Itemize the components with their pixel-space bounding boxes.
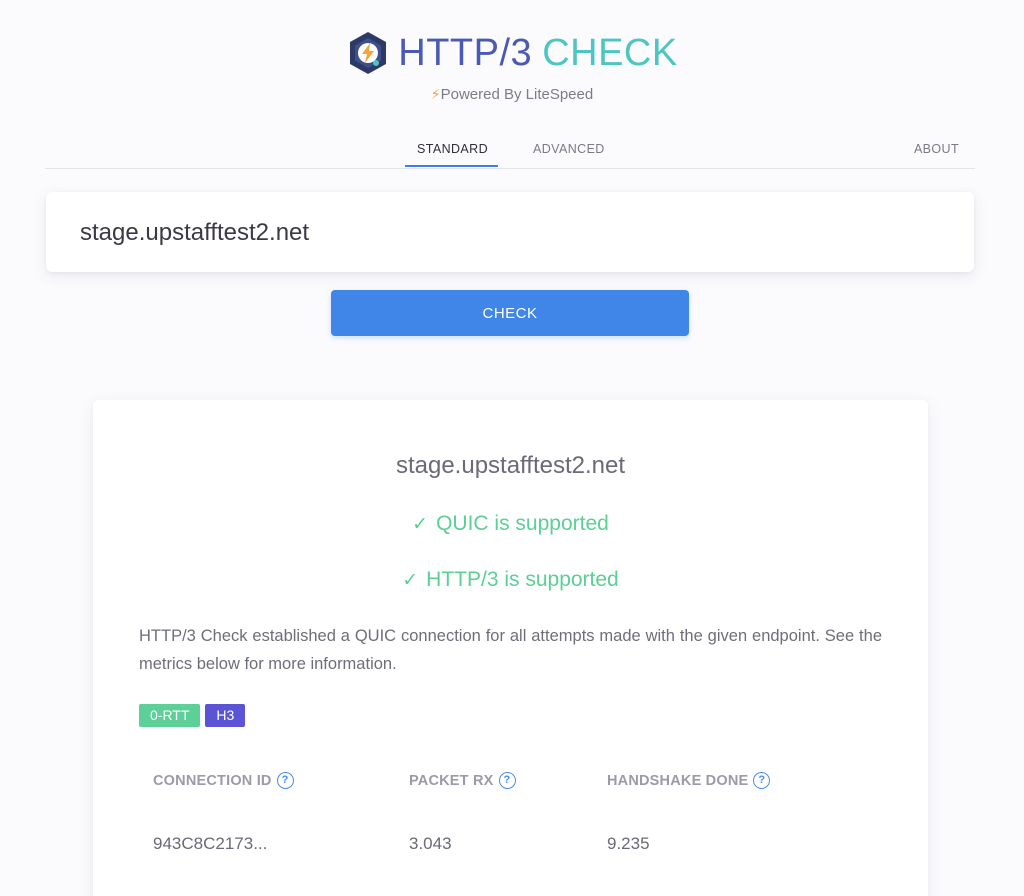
help-icon[interactable]: ? (753, 772, 771, 789)
metric-header-packet-rx: PACKET RX ? (409, 772, 516, 789)
http3-status-text: HTTP/3 is supported (426, 568, 619, 591)
result-card: stage.upstafftest2.net ✓ QUIC is supporte… (93, 400, 928, 896)
checkmark-icon: ✓ (412, 514, 429, 535)
badge-0rtt: 0-RTT (139, 704, 201, 727)
quic-status: ✓ QUIC is supported (93, 512, 928, 536)
metrics-header-row: CONNECTION ID ? PACKET RX ? HANDSHAKE DO… (93, 772, 928, 792)
metric-header-label: CONNECTION ID (153, 772, 272, 789)
tab-bar: STANDARD ADVANCED ABOUT (45, 132, 975, 169)
url-input[interactable] (78, 212, 942, 254)
badge-group: 0-RTT H3 (139, 704, 246, 727)
metric-value-packet-rx: 3.043 (409, 834, 452, 853)
badge-h3: H3 (205, 704, 246, 727)
metric-header-label: PACKET RX (409, 772, 494, 789)
metric-value-connection-id: 943C8C2173... (153, 834, 268, 853)
metric-value-handshake-done: 9.235 (607, 834, 650, 853)
metric-header-handshake-done: HANDSHAKE DONE ? (607, 772, 771, 789)
result-host: stage.upstafftest2.net (395, 452, 626, 479)
help-icon[interactable]: ? (498, 772, 516, 789)
url-input-card (46, 192, 974, 272)
tab-about[interactable]: ABOUT (914, 142, 959, 156)
litespeed-hexagon-icon (350, 32, 387, 74)
brand-title: HTTP/3 CHECK (398, 30, 677, 76)
http3-status: ✓ HTTP/3 is supported (93, 568, 928, 592)
quic-status-text: QUIC is supported (436, 512, 609, 535)
lightning-bolt-icon: ⚡ (430, 86, 441, 102)
metric-header-label: HANDSHAKE DONE (607, 772, 749, 789)
tab-standard[interactable]: STANDARD (417, 142, 488, 156)
result-description: HTTP/3 Check established a QUIC connecti… (139, 627, 882, 673)
brand-title-check: CHECK (542, 32, 678, 74)
check-button[interactable]: CHECK (331, 290, 689, 336)
powered-by-text: Powered By LiteSpeed (440, 86, 594, 103)
brand-title-http3: HTTP/3 (398, 32, 533, 74)
metric-header-connection-id: CONNECTION ID ? (153, 772, 294, 789)
page: HTTP/3 CHECK ⚡Powered By LiteSpeed STANDA… (0, 0, 1024, 896)
help-icon[interactable]: ? (276, 772, 294, 789)
brand-header: HTTP/3 CHECK (0, 30, 1024, 76)
metrics-value-row: 943C8C2173... 3.043 9.235 (93, 834, 928, 858)
checkmark-icon: ✓ (402, 570, 419, 591)
tab-advanced[interactable]: ADVANCED (533, 142, 605, 156)
active-tab-indicator (405, 165, 498, 167)
powered-by: ⚡Powered By LiteSpeed (0, 86, 1024, 103)
